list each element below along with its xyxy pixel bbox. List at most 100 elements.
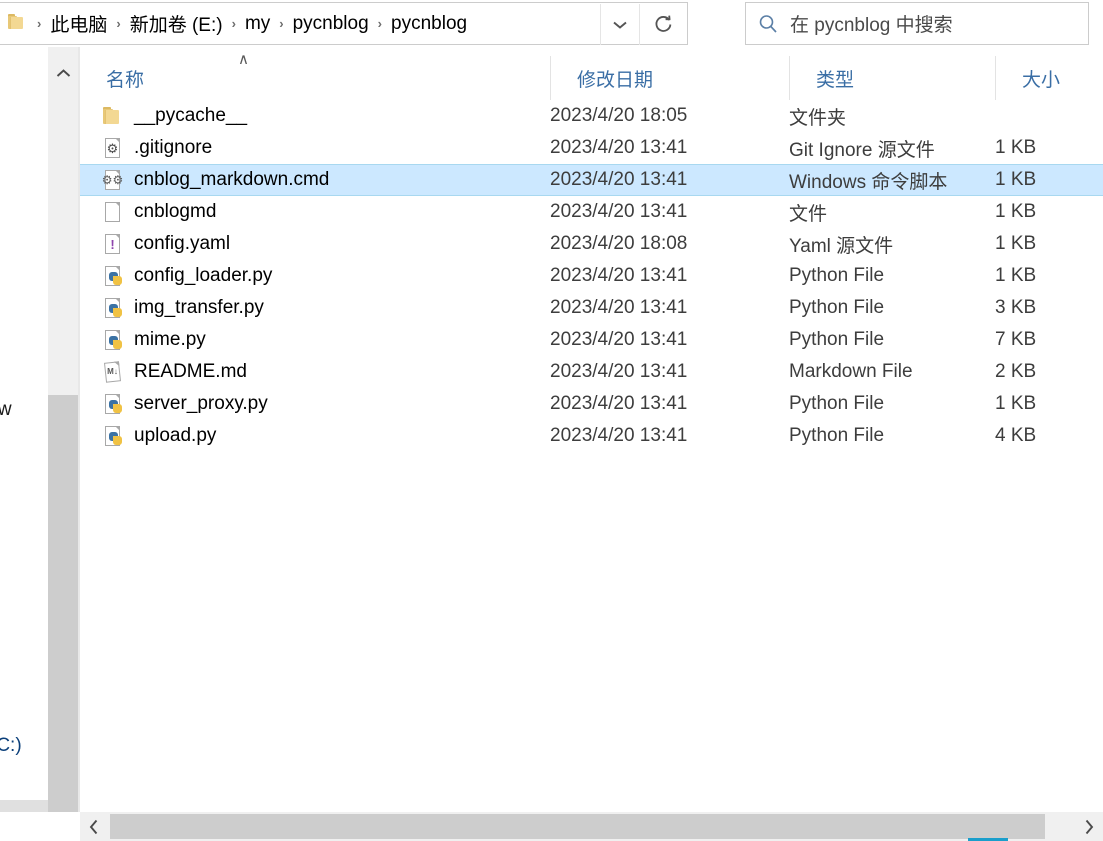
file-explorer-window: › 此电脑 › 新加卷 (E:) › my › pycnblog › pycnb… <box>0 0 1103 841</box>
nav-item-fragment[interactable]: indow <box>0 399 12 421</box>
table-row[interactable]: server_proxy.py 2023/4/20 13:41 Python Fil… <box>80 388 1103 420</box>
file-size-label: 1 KB <box>995 169 1037 190</box>
refresh-button[interactable] <box>639 4 687 45</box>
file-name-cell[interactable]: cnblogmd <box>102 201 542 223</box>
file-date-cell: 2023/4/20 18:08 <box>550 233 688 254</box>
file-name-cell[interactable]: config_loader.py <box>102 265 542 287</box>
file-name-cell[interactable]: upload.py <box>102 425 542 447</box>
file-date-cell: 2023/4/20 13:41 <box>550 425 688 446</box>
table-row[interactable]: ⚙ .gitignore 2023/4/20 13:41 Git Ignore 源文件… <box>80 132 1103 164</box>
breadcrumb-separator: › <box>231 16 236 31</box>
file-name-cell[interactable]: __pycache__ <box>102 105 542 127</box>
file-type-cell: Python File <box>789 329 885 350</box>
column-header-size[interactable]: 大小 <box>995 56 1103 100</box>
search-icon <box>746 13 790 35</box>
scroll-up-button[interactable] <box>48 59 78 87</box>
column-header-date[interactable]: 修改日期 <box>550 56 789 100</box>
folder-icon <box>8 13 28 34</box>
file-name-label: mime.py <box>134 329 206 350</box>
table-row[interactable]: ⚙⚙ cnblog_markdown.cmd 2023/4/20 13:41 Wind… <box>80 164 1103 196</box>
python-file-icon <box>102 425 124 447</box>
python-file-icon <box>102 329 124 351</box>
file-type-cell: 文件 <box>789 203 828 225</box>
table-row[interactable]: __pycache__ 2023/4/20 18:05 文件夹 <box>80 100 1103 132</box>
file-size-cell: 1 KB <box>995 233 1103 255</box>
file-name-label: server_proxy.py <box>134 393 268 414</box>
file-size-label: 1 KB <box>995 393 1037 414</box>
file-name-label: config_loader.py <box>134 265 273 286</box>
navigation-pane-scrollbar[interactable] <box>48 47 79 841</box>
python-file-icon <box>102 393 124 415</box>
table-row[interactable]: M↓ README.md 2023/4/20 13:41 Markdown File 2… <box>80 356 1103 388</box>
breadcrumb-item-1[interactable]: 新加卷 (E:) <box>126 8 227 39</box>
folder-icon <box>102 105 124 127</box>
address-bar[interactable]: › 此电脑 › 新加卷 (E:) › my › pycnblog › pycnb… <box>0 2 688 45</box>
refresh-icon <box>655 15 672 32</box>
chevron-down-icon <box>613 21 627 29</box>
column-header-row: 名称 修改日期 类型 大小 <box>80 56 1103 101</box>
file-name-label: upload.py <box>134 425 217 446</box>
scroll-left-button[interactable] <box>80 812 108 841</box>
column-header-type[interactable]: 类型 <box>789 56 995 100</box>
table-row[interactable]: img_transfer.py 2023/4/20 13:41 Python Fil… <box>80 292 1103 324</box>
file-list: __pycache__ 2023/4/20 18:05 文件夹 ⚙ .gitignore… <box>80 100 1103 804</box>
table-row[interactable]: config_loader.py 2023/4/20 13:41 Python Fi… <box>80 260 1103 292</box>
table-row[interactable]: mime.py 2023/4/20 13:41 Python File 7 KB <box>80 324 1103 356</box>
chevron-right-icon <box>1085 819 1094 834</box>
scroll-right-button[interactable] <box>1075 812 1103 841</box>
column-header-type-label: 类型 <box>816 69 855 91</box>
file-type-cell: Git Ignore 源文件 <box>789 139 935 161</box>
breadcrumb-item-2[interactable]: my <box>241 11 274 37</box>
file-date-cell: 2023/4/20 13:41 <box>550 361 688 382</box>
file-name-cell[interactable]: server_proxy.py <box>102 393 542 415</box>
search-input[interactable]: 在 pycnblog 中搜索 <box>790 10 953 37</box>
file-name-cell[interactable]: ⚙ .gitignore <box>102 137 542 159</box>
file-date-cell: 2023/4/20 13:41 <box>550 297 688 318</box>
cmd-script-icon: ⚙⚙ <box>102 169 124 191</box>
file-size-label: 3 KB <box>995 297 1037 318</box>
file-size-cell: 2 KB <box>995 361 1103 383</box>
file-size-label: 1 KB <box>995 233 1037 254</box>
file-name-label: README.md <box>134 361 247 382</box>
file-name-label: __pycache__ <box>134 105 248 126</box>
column-header-name[interactable]: 名称 <box>80 56 550 100</box>
address-bar-row: › 此电脑 › 新加卷 (E:) › my › pycnblog › pycnb… <box>0 0 1103 47</box>
file-name-cell[interactable]: M↓ README.md <box>102 361 542 383</box>
file-date-cell: 2023/4/20 13:41 <box>550 169 688 190</box>
chevron-left-icon <box>89 819 98 834</box>
search-box[interactable]: 在 pycnblog 中搜索 <box>745 2 1089 45</box>
gitignore-file-icon: ⚙ <box>102 137 124 159</box>
file-date-cell: 2023/4/20 18:05 <box>550 105 688 126</box>
breadcrumb-item-3[interactable]: pycnblog <box>289 11 373 37</box>
file-size-cell: 1 KB <box>995 169 1103 191</box>
column-header-date-label: 修改日期 <box>577 69 654 91</box>
column-header-name-label: 名称 <box>106 69 145 91</box>
yaml-file-icon: ! <box>102 233 124 255</box>
nav-item-fragment[interactable]: (C:) <box>0 735 22 757</box>
file-type-cell: Python File <box>789 297 885 318</box>
table-row[interactable]: cnblogmd 2023/4/20 13:41 文件 1 KB <box>80 196 1103 228</box>
breadcrumb-separator: › <box>377 16 383 31</box>
file-name-cell[interactable]: img_transfer.py <box>102 297 542 319</box>
address-history-dropdown-button[interactable] <box>600 4 639 45</box>
file-type-cell: Python File <box>789 425 885 446</box>
scrollbar-thumb[interactable] <box>48 395 78 821</box>
file-name-label: .gitignore <box>134 137 213 158</box>
navigation-pane: indow (C:) ) ) <box>0 47 48 841</box>
file-name-cell[interactable]: ! config.yaml <box>102 233 542 255</box>
file-date-cell: 2023/4/20 13:41 <box>550 201 688 222</box>
horizontal-scrollbar[interactable] <box>80 812 1103 841</box>
breadcrumb-item-4[interactable]: pycnblog <box>387 11 471 37</box>
file-size-cell: 1 KB <box>995 137 1103 159</box>
file-name-cell[interactable]: ⚙⚙ cnblog_markdown.cmd <box>102 169 542 191</box>
file-date-cell: 2023/4/20 13:41 <box>550 393 688 414</box>
table-row[interactable]: ! config.yaml 2023/4/20 18:08 Yaml 源文件 1 KB <box>80 228 1103 260</box>
file-name-cell[interactable]: mime.py <box>102 329 542 351</box>
markdown-file-icon: M↓ <box>102 361 124 383</box>
table-row[interactable]: upload.py 2023/4/20 13:41 Python File 4 KB <box>80 420 1103 452</box>
scrollbar-thumb[interactable] <box>110 814 1045 839</box>
column-header-size-label: 大小 <box>1022 69 1061 91</box>
file-type-cell: Windows 命令脚本 <box>789 171 948 193</box>
python-file-icon <box>102 265 124 287</box>
breadcrumb-item-0[interactable]: 此电脑 <box>46 8 111 39</box>
